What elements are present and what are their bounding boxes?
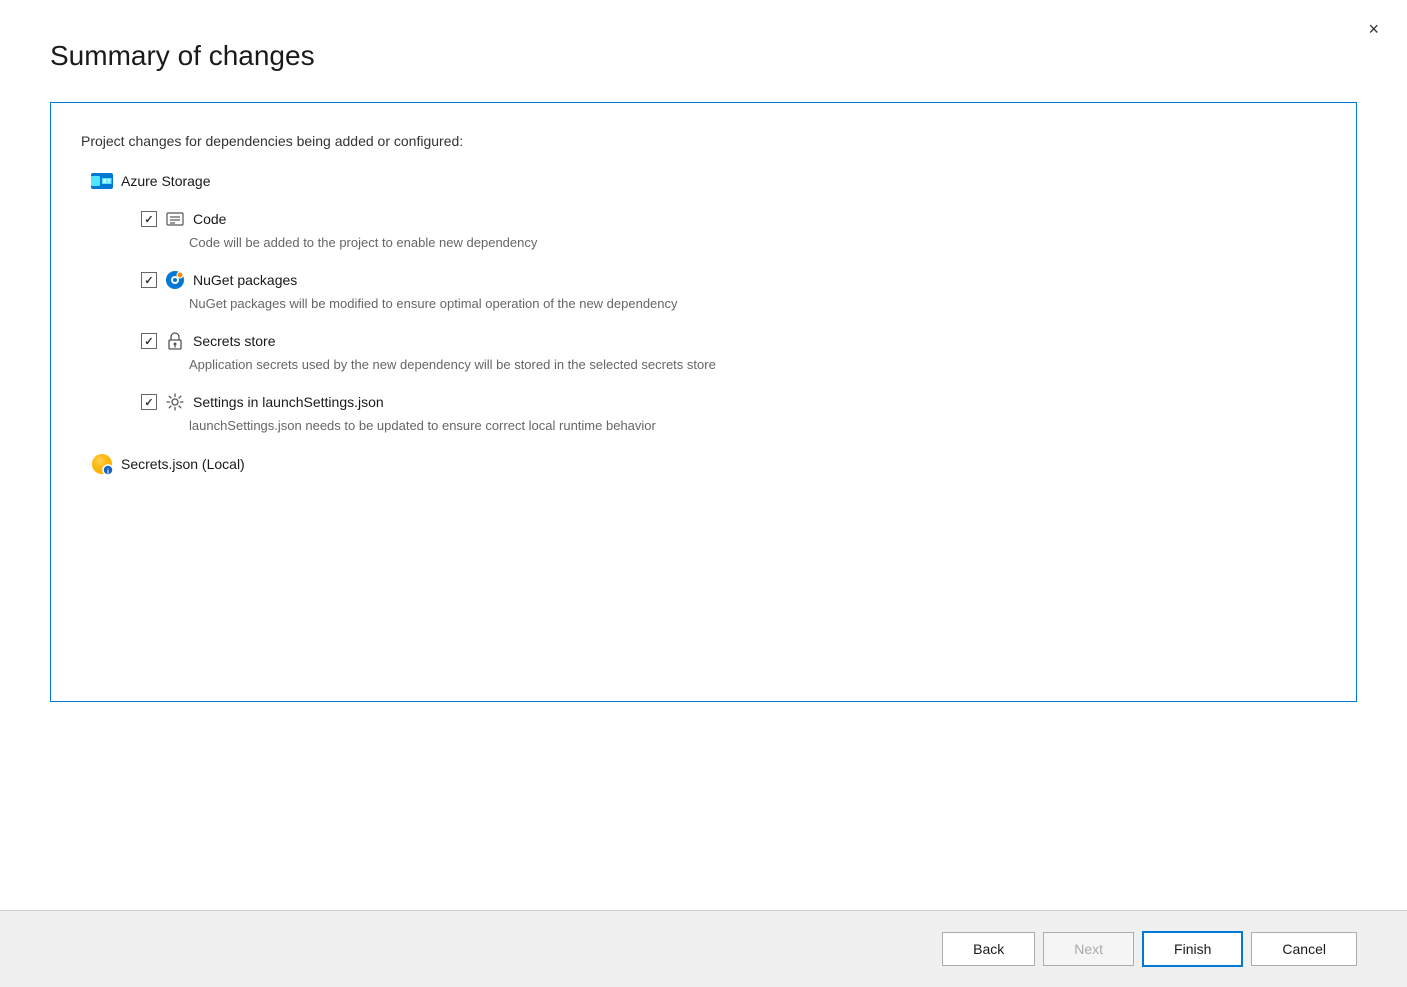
secrets-store-label: Secrets store [193, 333, 275, 349]
secrets-json-item: i Secrets.json (Local) [91, 453, 1326, 475]
nuget-description: NuGet packages will be modified to ensur… [189, 296, 1326, 311]
settings-label: Settings in launchSettings.json [193, 394, 384, 410]
changes-box: Project changes for dependencies being a… [50, 102, 1357, 702]
dialog-body: Project changes for dependencies being a… [0, 92, 1407, 910]
svg-text:i: i [107, 469, 109, 475]
nuget-icon [165, 270, 185, 290]
code-label: Code [193, 211, 226, 227]
azure-storage-icon [91, 173, 113, 189]
settings-checkbox[interactable] [141, 394, 157, 410]
nuget-header: NuGet packages [141, 270, 1326, 290]
changes-intro: Project changes for dependencies being a… [81, 133, 1326, 149]
secrets-store-header: Secrets store [141, 331, 1326, 351]
summary-dialog: × Summary of changes Project changes for… [0, 0, 1407, 987]
settings-description: launchSettings.json needs to be updated … [189, 418, 1326, 433]
dialog-title: Summary of changes [50, 40, 1357, 72]
back-button[interactable]: Back [942, 932, 1035, 966]
next-button[interactable]: Next [1043, 932, 1134, 966]
secrets-store-checkbox[interactable] [141, 333, 157, 349]
code-item: Code Code will be added to the project t… [141, 209, 1326, 250]
settings-item: Settings in launchSettings.json launchSe… [141, 392, 1326, 433]
secrets-json-icon: i [91, 453, 113, 475]
secrets-store-item: Secrets store Application secrets used b… [141, 331, 1326, 372]
code-checkbox[interactable] [141, 211, 157, 227]
azure-storage-svg [100, 173, 113, 189]
code-icon [165, 209, 185, 229]
nuget-checkbox[interactable] [141, 272, 157, 288]
azure-storage-item: Azure Storage [91, 173, 1326, 189]
finish-button[interactable]: Finish [1142, 931, 1243, 967]
azure-storage-label: Azure Storage [121, 173, 211, 189]
settings-header: Settings in launchSettings.json [141, 392, 1326, 412]
tree-children: Code Code will be added to the project t… [141, 209, 1326, 433]
dialog-footer: Back Next Finish Cancel [0, 910, 1407, 987]
secrets-store-description: Application secrets used by the new depe… [189, 357, 1326, 372]
nuget-item: NuGet packages NuGet packages will be mo… [141, 270, 1326, 311]
cancel-button[interactable]: Cancel [1251, 932, 1357, 966]
secrets-json-label: Secrets.json (Local) [121, 456, 245, 472]
dialog-header: Summary of changes [0, 0, 1407, 92]
nuget-label: NuGet packages [193, 272, 297, 288]
settings-icon [165, 392, 185, 412]
code-description: Code will be added to the project to ena… [189, 235, 1326, 250]
lock-icon [165, 331, 185, 351]
close-button[interactable]: × [1360, 16, 1387, 42]
code-header: Code [141, 209, 1326, 229]
